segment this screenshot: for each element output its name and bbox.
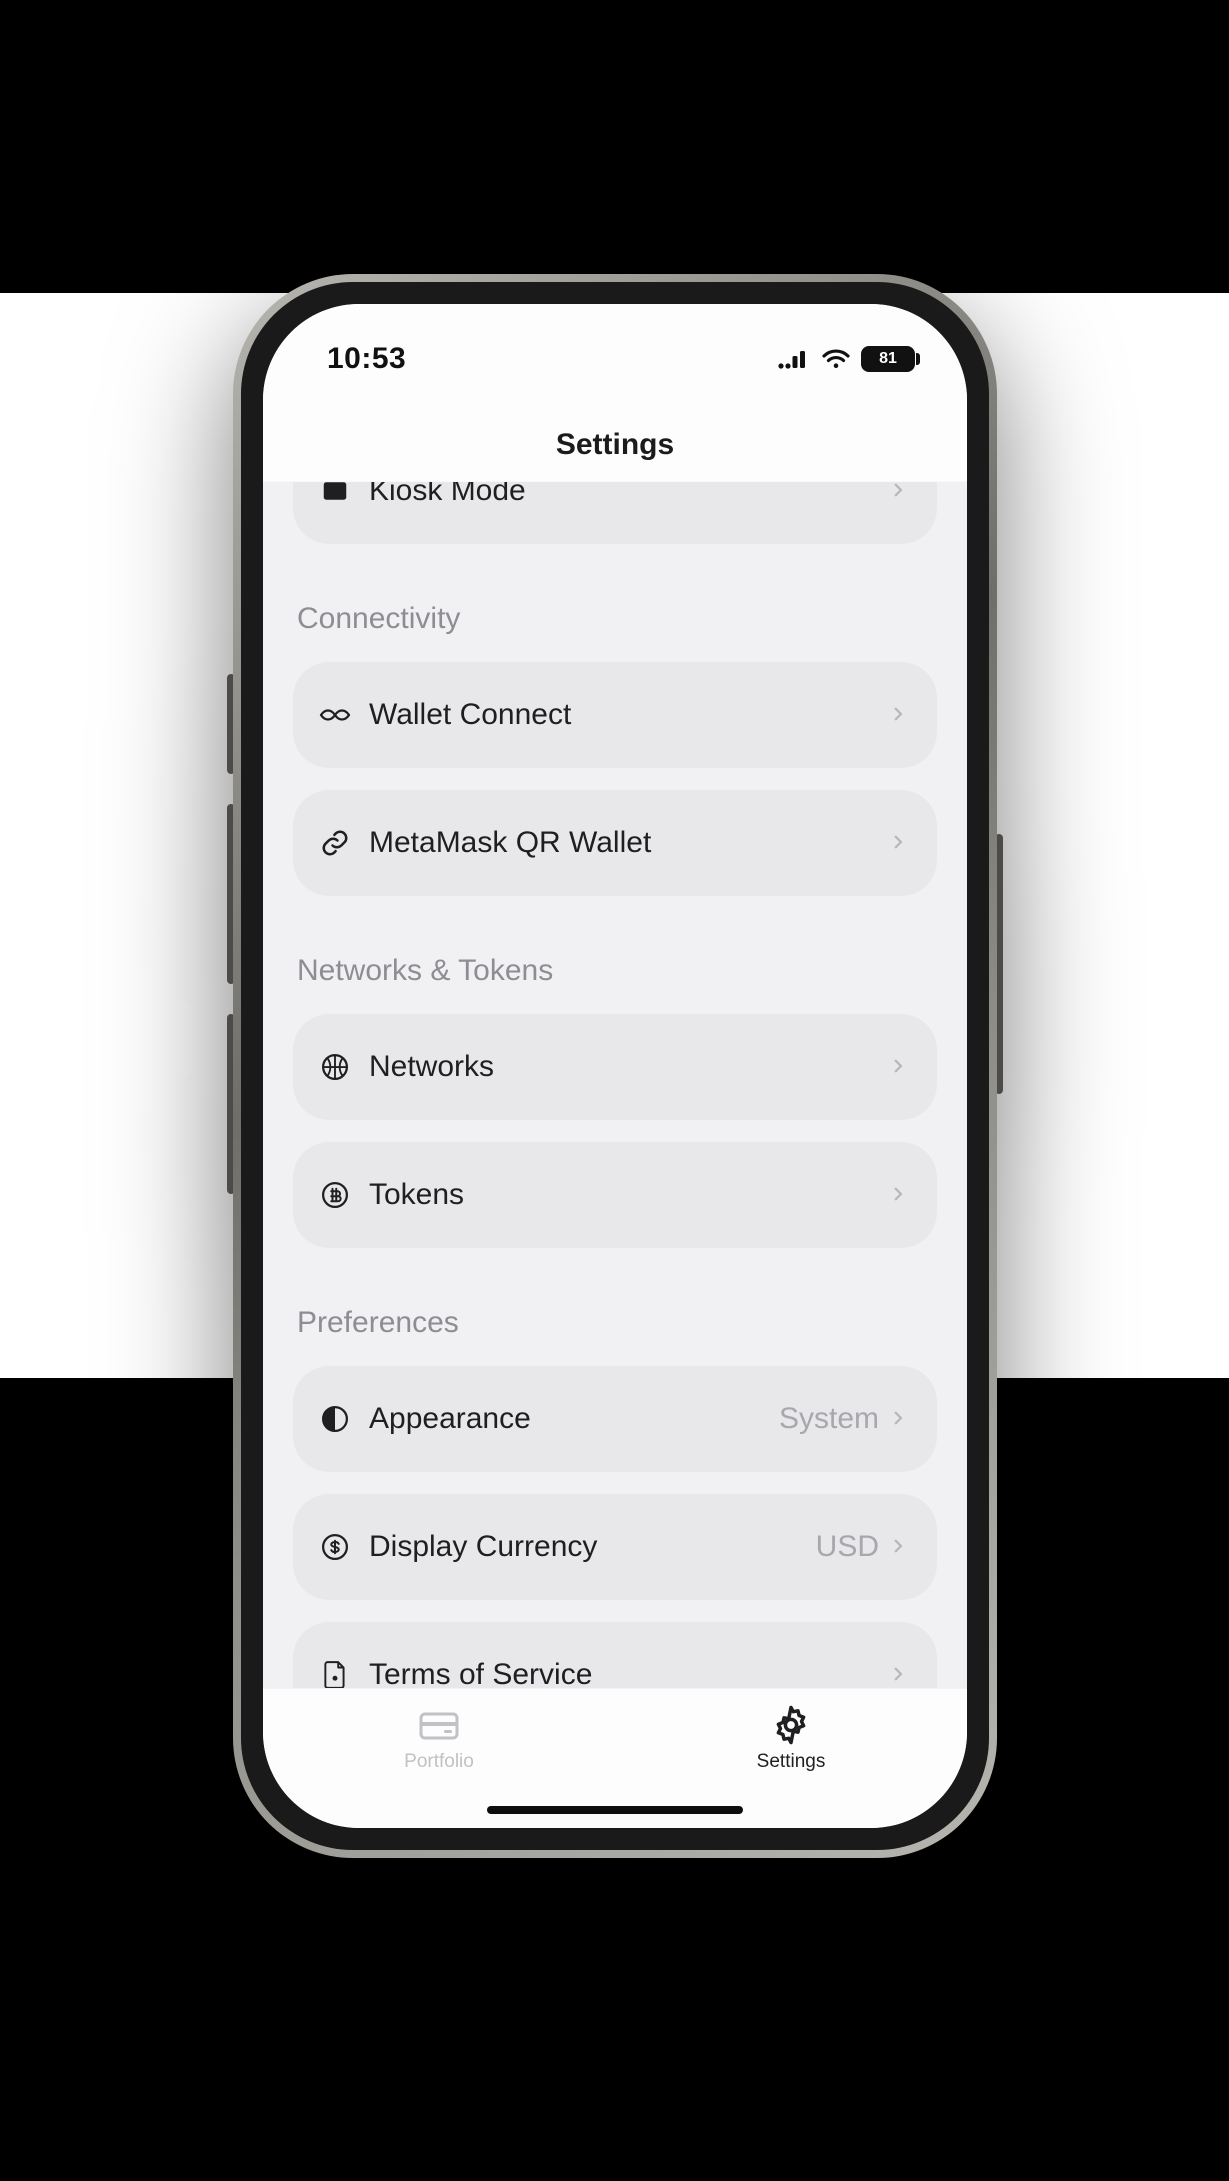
row-appearance[interactable]: Appearance System <box>293 1366 937 1472</box>
chevron-right-icon <box>889 482 909 501</box>
gear-icon <box>769 1703 813 1747</box>
chevron-right-icon <box>889 1537 909 1557</box>
section-title-connectivity: Connectivity <box>297 602 937 636</box>
chevron-right-icon <box>889 1665 909 1685</box>
chevron-right-icon <box>889 833 909 853</box>
wallet-connect-icon <box>315 695 355 735</box>
row-label: MetaMask QR Wallet <box>369 826 889 860</box>
row-label: Terms of Service <box>369 1658 889 1688</box>
tab-label: Portfolio <box>404 1751 474 1773</box>
chevron-right-icon <box>889 1409 909 1429</box>
row-label: Appearance <box>369 1402 779 1436</box>
phone-mockup: 10:53 <box>233 274 997 1858</box>
home-indicator[interactable] <box>487 1806 743 1814</box>
row-label: Networks <box>369 1050 889 1084</box>
tab-portfolio[interactable]: Portfolio <box>349 1703 529 1773</box>
row-label: Wallet Connect <box>369 698 889 732</box>
bitcoin-icon <box>315 1175 355 1215</box>
appearance-icon <box>315 1399 355 1439</box>
page-title: Settings <box>556 428 674 462</box>
row-wallet-connect[interactable]: Wallet Connect <box>293 662 937 768</box>
page-header: Settings <box>263 408 967 482</box>
settings-content[interactable]: Kiosk Mode Connectivity <box>263 482 967 1688</box>
globe-icon <box>315 1047 355 1087</box>
row-label: Kiosk Mode <box>369 482 889 508</box>
row-label: Display Currency <box>369 1530 816 1564</box>
row-label: Tokens <box>369 1178 889 1212</box>
battery-level: 81 <box>879 350 897 368</box>
chevron-right-icon <box>889 705 909 725</box>
chevron-right-icon <box>889 1185 909 1205</box>
tab-bar: Portfolio Settings <box>263 1688 967 1828</box>
document-icon <box>315 1655 355 1688</box>
chevron-right-icon <box>889 1057 909 1077</box>
tab-label: Settings <box>757 1751 826 1773</box>
cellular-icon <box>777 348 811 370</box>
row-value: System <box>779 1402 879 1436</box>
row-value: USD <box>816 1530 879 1564</box>
tab-settings[interactable]: Settings <box>701 1703 881 1773</box>
portfolio-icon <box>417 1703 461 1747</box>
row-tokens[interactable]: Tokens <box>293 1142 937 1248</box>
row-kiosk-mode[interactable]: Kiosk Mode <box>293 482 937 544</box>
statusbar-time: 10:53 <box>327 342 406 376</box>
kiosk-icon <box>315 482 355 511</box>
status-bar: 10:53 <box>263 304 967 408</box>
currency-icon <box>315 1527 355 1567</box>
battery-icon: 81 <box>861 346 915 372</box>
section-title-preferences: Preferences <box>297 1306 937 1340</box>
row-metamask-qr[interactable]: MetaMask QR Wallet <box>293 790 937 896</box>
section-title-networks-tokens: Networks & Tokens <box>297 954 937 988</box>
row-display-currency[interactable]: Display Currency USD <box>293 1494 937 1600</box>
row-terms-of-service[interactable]: Terms of Service <box>293 1622 937 1688</box>
row-networks[interactable]: Networks <box>293 1014 937 1120</box>
wifi-icon <box>821 348 851 370</box>
link-icon <box>315 823 355 863</box>
